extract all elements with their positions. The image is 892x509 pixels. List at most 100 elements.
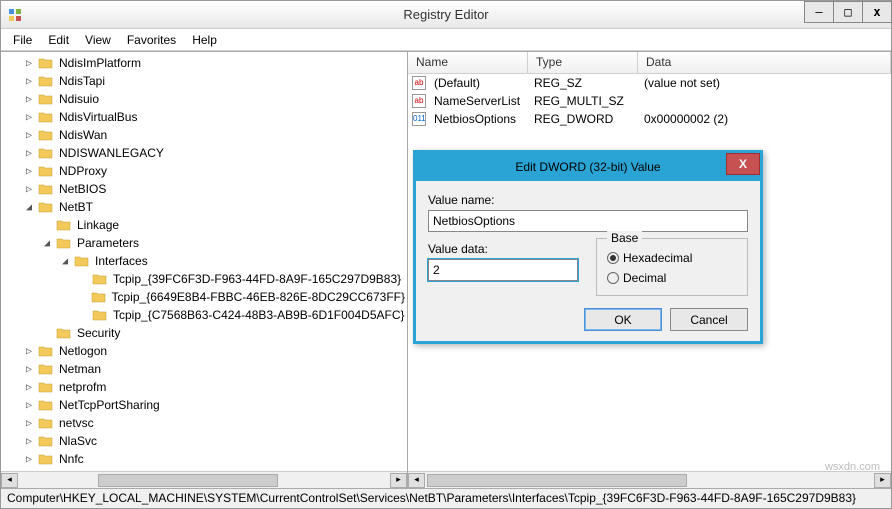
expander-icon[interactable]: ▷ (23, 436, 35, 447)
tree-item[interactable]: ▷Netman (1, 360, 407, 378)
scroll-track[interactable] (18, 473, 390, 488)
expander-icon[interactable]: ▷ (23, 94, 35, 105)
menu-view[interactable]: View (77, 31, 119, 49)
cancel-button[interactable]: Cancel (670, 308, 748, 331)
value-row[interactable]: ab(Default)REG_SZ(value not set) (408, 74, 891, 92)
radio-hex-row[interactable]: Hexadecimal (607, 251, 737, 265)
menu-help[interactable]: Help (184, 31, 225, 49)
col-name[interactable]: Name (408, 52, 528, 73)
value-type: REG_SZ (530, 76, 640, 90)
scroll-right-button[interactable]: ▸ (874, 473, 891, 488)
scroll-track[interactable] (425, 473, 874, 488)
value-name: NetbiosOptions (430, 112, 530, 126)
value-data: 0x00000002 (2) (640, 112, 891, 126)
expander-icon[interactable]: ◢ (23, 202, 35, 213)
tree-item[interactable]: Tcpip_{39FC6F3D-F963-44FD-8A9F-165C297D9… (1, 270, 407, 288)
expander-icon[interactable]: ▷ (23, 148, 35, 159)
value-row[interactable]: 011NetbiosOptionsREG_DWORD0x00000002 (2) (408, 110, 891, 128)
radio-dec[interactable] (607, 272, 619, 284)
tree-item-label: NetBIOS (57, 182, 108, 196)
col-type[interactable]: Type (528, 52, 638, 73)
tree-item[interactable]: ◢Interfaces (1, 252, 407, 270)
dialog-buttons: OK Cancel (428, 308, 748, 331)
expander-icon[interactable]: ◢ (41, 238, 53, 249)
tree-item[interactable]: ▷netprofm (1, 378, 407, 396)
scroll-left-button[interactable]: ◂ (1, 473, 18, 488)
scroll-left-button[interactable]: ◂ (408, 473, 425, 488)
tree-item[interactable]: ◢NetBT (1, 198, 407, 216)
folder-icon (38, 416, 54, 430)
tree-item-label: NdisVirtualBus (57, 110, 139, 124)
dialog-titlebar[interactable]: Edit DWORD (32-bit) Value X (416, 153, 760, 181)
tree-item[interactable]: ▷NDProxy (1, 162, 407, 180)
tree-item[interactable]: ▷Netlogon (1, 342, 407, 360)
expander-icon[interactable]: ▷ (23, 418, 35, 429)
tree-item-label: NdisTapi (57, 74, 107, 88)
expander-icon[interactable]: ▷ (23, 364, 35, 375)
tree-item[interactable]: ▷NetTcpPortSharing (1, 396, 407, 414)
values-hscrollbar[interactable]: ◂ ▸ (408, 471, 891, 488)
expander-icon[interactable]: ▷ (23, 346, 35, 357)
folder-icon (56, 218, 72, 232)
scroll-right-button[interactable]: ▸ (390, 473, 407, 488)
folder-icon (56, 326, 72, 340)
tree-item[interactable]: ▷Ndisuio (1, 90, 407, 108)
tree-item[interactable]: ▷ NdisWan (1, 126, 407, 144)
menu-edit[interactable]: Edit (40, 31, 77, 49)
tree-item[interactable]: ▷NDISWANLEGACY (1, 144, 407, 162)
radio-dec-row[interactable]: Decimal (607, 271, 737, 285)
value-name: NameServerList (430, 94, 530, 108)
expander-icon[interactable]: ▷ (23, 76, 35, 87)
tree-item[interactable]: ▷ NdisVirtualBus (1, 108, 407, 126)
close-button[interactable]: x (862, 1, 892, 23)
folder-icon (38, 56, 54, 70)
tree-item[interactable]: ▷ NetBIOS (1, 180, 407, 198)
expander-icon[interactable]: ▷ (23, 400, 35, 411)
expander-icon[interactable]: ▷ (23, 166, 35, 177)
tree-item[interactable]: ▷netvsc (1, 414, 407, 432)
menu-favorites[interactable]: Favorites (119, 31, 184, 49)
minimize-button[interactable]: — (804, 1, 834, 23)
tree-hscrollbar[interactable]: ◂ ▸ (1, 471, 407, 488)
tree-item[interactable]: ▷NlaSvc (1, 432, 407, 450)
menu-file[interactable]: File (5, 31, 40, 49)
window-title: Registry Editor (1, 7, 891, 22)
folder-icon (92, 308, 108, 322)
tree-item-label: NdisWan (57, 128, 109, 142)
radio-dec-label: Decimal (623, 271, 666, 285)
dialog-close-button[interactable]: X (726, 153, 760, 175)
expander-icon[interactable]: ▷ (23, 382, 35, 393)
maximize-button[interactable]: □ (833, 1, 863, 23)
tree-item-label: Tcpip_{C7568B63-C424-48B3-AB9B-6D1F004D5… (111, 308, 407, 322)
tree-item[interactable]: ▷Nnfc (1, 450, 407, 468)
values-header[interactable]: Name Type Data (408, 52, 891, 74)
tree-item-label: Security (75, 326, 122, 340)
tree-item[interactable]: ◢Parameters (1, 234, 407, 252)
tree-item[interactable]: Linkage (1, 216, 407, 234)
expander-icon[interactable]: ◢ (59, 256, 71, 267)
edit-dword-dialog[interactable]: Edit DWORD (32-bit) Value X Value name: … (413, 150, 763, 344)
tree-item[interactable]: ▷NdisImPlatform (1, 54, 407, 72)
tree-item[interactable]: Tcpip_{C7568B63-C424-48B3-AB9B-6D1F004D5… (1, 306, 407, 324)
expander-icon[interactable]: ▷ (23, 184, 35, 195)
scroll-thumb[interactable] (427, 474, 687, 487)
expander-icon[interactable]: ▷ (23, 130, 35, 141)
tree-item[interactable]: ▷ NdisTapi (1, 72, 407, 90)
tree-item[interactable]: Security (1, 324, 407, 342)
value-row[interactable]: abNameServerListREG_MULTI_SZ (408, 92, 891, 110)
radio-hex[interactable] (607, 252, 619, 264)
expander-icon[interactable]: ▷ (23, 112, 35, 123)
expander-icon[interactable]: ▷ (23, 58, 35, 69)
expander-icon[interactable]: ▷ (23, 454, 35, 465)
tree-item[interactable]: Tcpip_{6649E8B4-FBBC-46EB-826E-8DC29CC67… (1, 288, 407, 306)
folder-icon (38, 110, 54, 124)
value-name-input[interactable] (428, 210, 748, 232)
col-data[interactable]: Data (638, 52, 891, 73)
scroll-thumb[interactable] (98, 474, 278, 487)
registry-tree[interactable]: ▷NdisImPlatform▷NdisTapi▷Ndisuio▷NdisVir… (1, 52, 407, 471)
titlebar[interactable]: Registry Editor — □ x (1, 1, 891, 29)
folder-icon (38, 380, 54, 394)
ok-button[interactable]: OK (584, 308, 662, 331)
value-name: (Default) (430, 76, 530, 90)
value-data-input[interactable] (428, 259, 578, 281)
